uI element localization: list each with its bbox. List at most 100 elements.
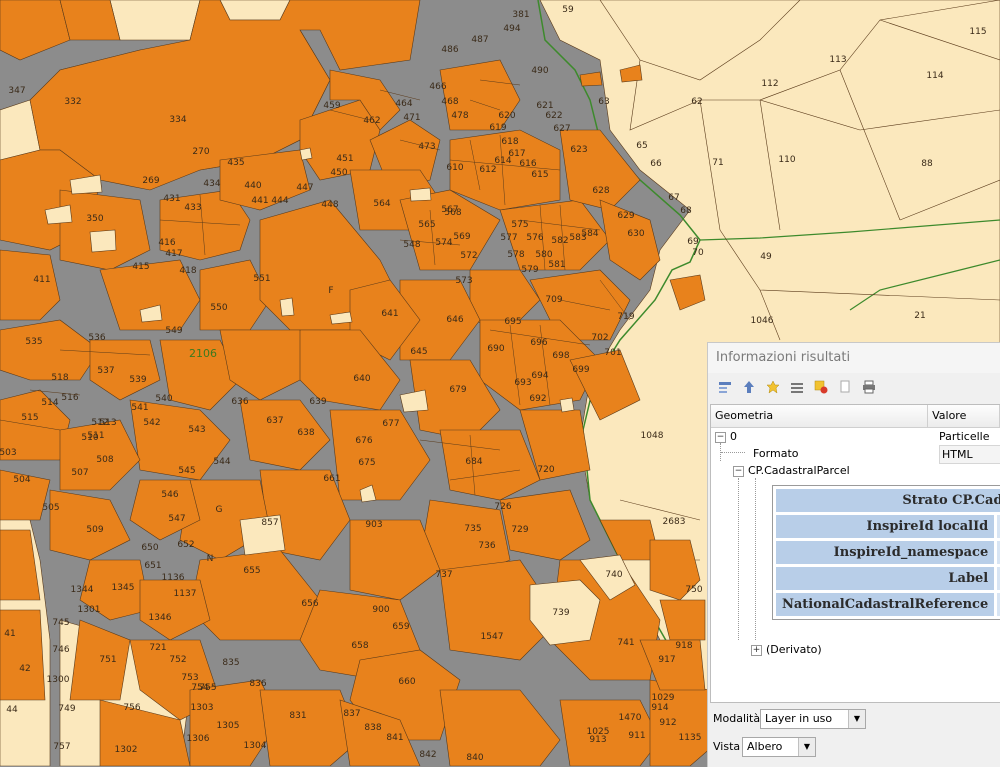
parcel-label: 650	[141, 543, 158, 553]
parcel-label: 612	[479, 165, 496, 175]
parcel-label: 576	[526, 233, 543, 243]
parcel-label: 551	[253, 274, 270, 284]
parcel-label: 1029	[652, 693, 675, 703]
root-value: Particelle	[939, 430, 990, 443]
parcel-label: 684	[465, 457, 482, 467]
parcel-label: 693	[514, 378, 531, 388]
parcel-label: 1303	[191, 703, 214, 713]
parcel-label: 840	[466, 753, 483, 763]
parcel-label: 494	[503, 24, 520, 34]
parcel-label: 573	[455, 276, 472, 286]
parcel-label: 900	[372, 605, 389, 615]
parcel-label: 2683	[663, 517, 686, 527]
clear-results-icon[interactable]	[788, 378, 806, 396]
tree-header: Geometria Valore	[711, 405, 1000, 428]
parcel-label: 638	[297, 428, 314, 438]
column-geometria[interactable]: Geometria	[711, 405, 929, 427]
tree-row-root[interactable]: −0	[715, 428, 737, 445]
parcel-label: 350	[86, 214, 103, 224]
parcel-label: 71	[712, 158, 723, 168]
parcel-label: 1137	[174, 589, 197, 599]
parcel-label: 548	[403, 240, 420, 250]
copy-feature-icon[interactable]	[836, 378, 854, 396]
expand-derived-icon[interactable]: +	[751, 644, 762, 656]
parcel-label: 1046	[751, 316, 774, 326]
parcel-label: 550	[210, 303, 227, 313]
mode-label: Modalità	[713, 712, 761, 725]
column-valore[interactable]: Valore	[928, 405, 1000, 427]
parcel-label: 752	[169, 655, 186, 665]
parcel-label: 746	[52, 645, 69, 655]
parcel-label: 753	[181, 673, 198, 683]
parcel-label: 334	[169, 115, 186, 125]
parcel-label: 1135	[679, 733, 702, 743]
parcel-label: 62	[691, 97, 702, 107]
attr-label-label: Label	[776, 567, 995, 590]
parcel-label: 838	[364, 723, 381, 733]
parcel-label: 749	[58, 704, 75, 714]
parcel-label: 417	[165, 249, 182, 259]
parcel-label: 2106	[189, 347, 217, 360]
parcel-label: 468	[441, 97, 458, 107]
parcel-label: 69	[687, 237, 699, 247]
parcel-label: 695	[504, 317, 521, 327]
mode-select[interactable]: Layer in uso ▼	[760, 709, 866, 729]
parcel-label: 577	[500, 233, 517, 243]
parcel-label: 1346	[149, 613, 172, 623]
parcel-label: 381	[512, 10, 529, 20]
formato-value[interactable]: HTML	[939, 445, 1000, 464]
parcel-label: 42	[19, 664, 30, 674]
parcel-label: 660	[398, 677, 415, 687]
attribute-html-table: Strato CP.Cadas InspireId localIdI Inspi…	[772, 485, 1000, 620]
parcel-label: 1136	[162, 573, 185, 583]
expand-new-icon[interactable]	[764, 378, 782, 396]
parcel-label: 516	[61, 393, 78, 403]
collapse-feature-icon[interactable]: −	[733, 465, 744, 477]
parcel-label: 841	[386, 733, 403, 743]
mode-select-value: Layer in uso	[765, 712, 833, 725]
parcel-label: 751	[99, 655, 116, 665]
parcel-label: 621	[536, 101, 553, 111]
parcel-label: 629	[617, 211, 634, 221]
parcel-label: 676	[355, 436, 372, 446]
expand-tree-icon[interactable]	[716, 378, 734, 396]
parcel-label: 547	[168, 514, 185, 524]
parcel-label: 757	[53, 742, 70, 752]
collapse-root-icon[interactable]: −	[715, 431, 726, 443]
parcel-label: 627	[553, 124, 570, 134]
chevron-down-icon[interactable]: ▼	[798, 738, 815, 756]
parcel-label: 615	[531, 170, 548, 180]
parcel-label: 536	[88, 333, 105, 343]
tree-row-formato[interactable]: Formato	[753, 445, 799, 462]
parcel-label: 857	[261, 518, 278, 528]
tree-row-feature[interactable]: − CP.CadastralParcel	[733, 462, 850, 479]
parcel-label: 729	[511, 525, 528, 535]
results-tree[interactable]: Geometria Valore −0 Particelle Formato H…	[710, 404, 1000, 703]
parcel-label: 1048	[641, 431, 664, 441]
parcel-label: 565	[418, 220, 435, 230]
parcel-label: 415	[132, 262, 149, 272]
tree-row-derived[interactable]: + (Derivato)	[751, 641, 822, 658]
parcel-label: 637	[266, 416, 283, 426]
parcel-label: 656	[301, 599, 318, 609]
parcel-label: 675	[358, 458, 375, 468]
chevron-down-icon[interactable]: ▼	[848, 710, 865, 728]
tree-guide-line-2	[738, 478, 739, 640]
copy-attributes-icon[interactable]	[812, 378, 830, 396]
feature-label: CP.CadastralParcel	[748, 464, 850, 477]
parcel-label: 505	[42, 503, 59, 513]
collapse-tree-icon[interactable]	[740, 378, 758, 396]
parcel-label: 581	[548, 260, 565, 270]
parcel-label: 1306	[187, 734, 210, 744]
view-select[interactable]: Albero ▼	[742, 737, 816, 757]
view-label: Vista	[713, 740, 741, 753]
parcel-label: 739	[552, 608, 569, 618]
print-icon[interactable]	[860, 378, 878, 396]
parcel-label: 543	[188, 425, 205, 435]
parcel-label: 478	[451, 111, 468, 121]
parcel-label: 636	[231, 397, 248, 407]
parcel-label: 542	[143, 418, 160, 428]
parcel-label: 564	[373, 199, 390, 209]
parcel-label: 65	[636, 141, 647, 151]
parcel-label: 677	[382, 419, 399, 429]
